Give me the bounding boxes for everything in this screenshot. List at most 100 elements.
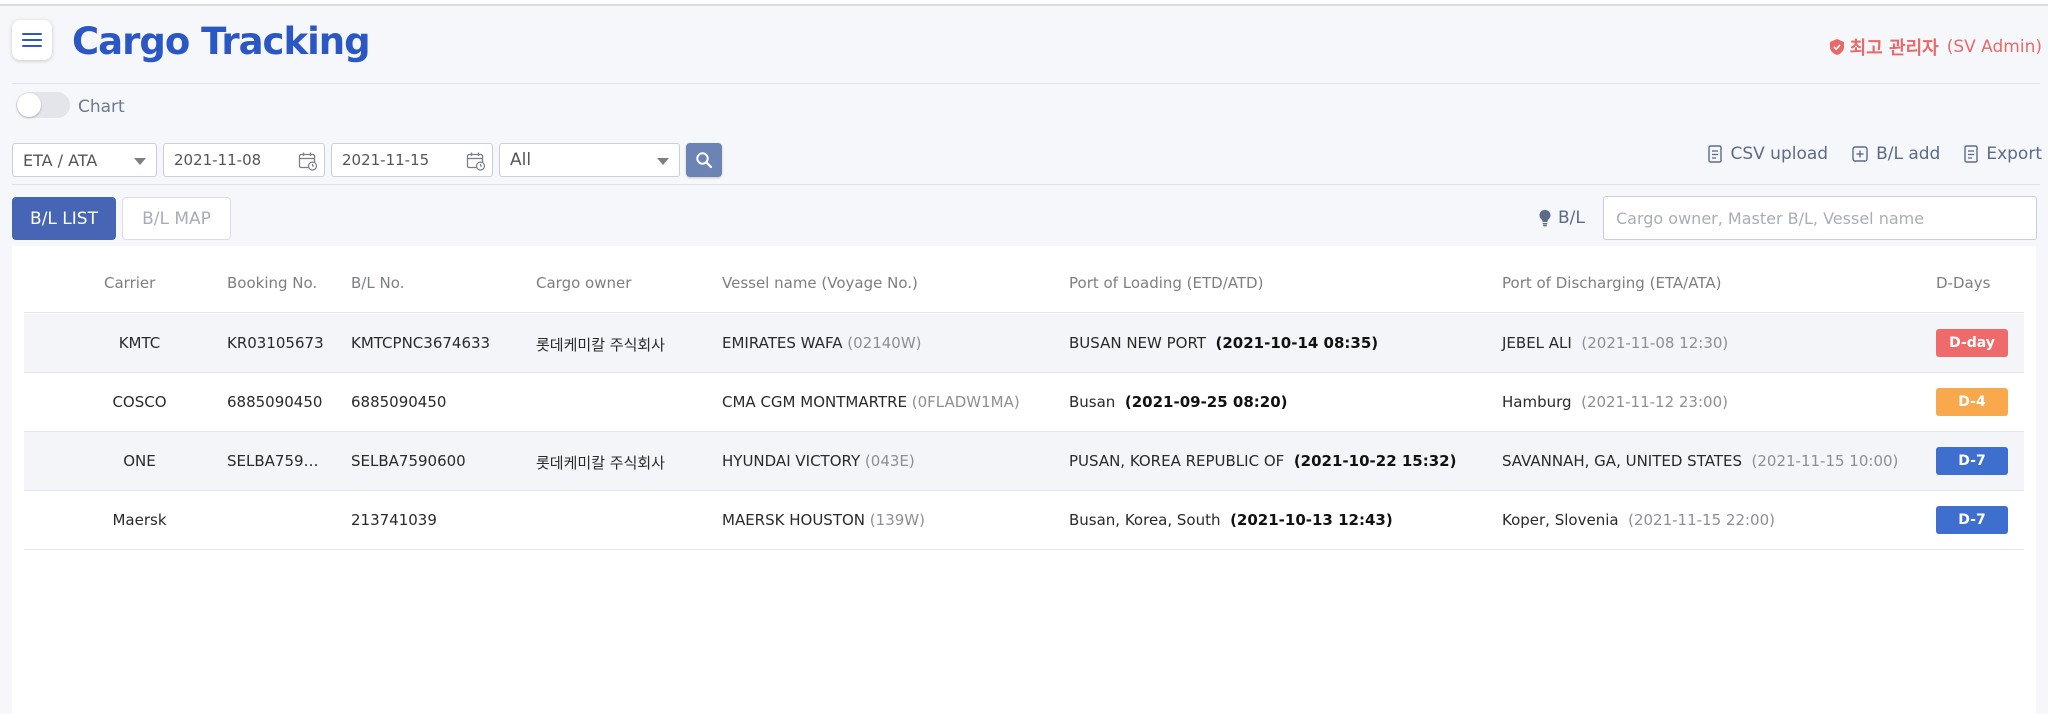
etd-time: (2021-10-13 12:43) (1230, 511, 1393, 529)
cell-pol: Busan (2021-09-25 08:20) (1069, 393, 1288, 411)
role-name-en: (SV Admin) (1946, 37, 2042, 57)
search-button[interactable] (686, 143, 722, 177)
cell-carrier: COSCO (112, 393, 167, 411)
column-header-vessel: Vessel name (Voyage No.) (722, 274, 918, 292)
voyage-no: (043E) (864, 452, 915, 470)
date-to-value: 2021-11-15 (342, 151, 430, 169)
table-row[interactable]: Maersk 213741039 MAERSK HOUSTON (139W) Busa… (24, 491, 2024, 550)
bl-add-button[interactable]: B/L add (1852, 144, 1940, 164)
pol-name: BUSAN NEW PORT (1069, 334, 1206, 352)
cell-bl: 213741039 (351, 511, 437, 529)
voyage-no: (0FLADW1MA) (911, 393, 1020, 411)
voyage-no: (139W) (869, 511, 925, 529)
pol-name: PUSAN, KOREA REPUBLIC OF (1069, 452, 1285, 470)
column-header-bl: B/L No. (351, 274, 405, 292)
calendar-icon (298, 152, 318, 171)
cell-bl: 6885090450 (351, 393, 447, 411)
etd-time: (2021-09-25 08:20) (1124, 393, 1288, 411)
date-type-value: ETA / ATA (23, 150, 98, 170)
voyage-no: (02140W) (847, 334, 922, 352)
plus-square-icon (1852, 146, 1868, 162)
bl-search-label: B/L (1538, 208, 1585, 228)
etd-time: (2021-10-14 08:35) (1215, 334, 1379, 352)
table-row[interactable]: COSCO 6885090450 6885090450 CMA CGM MONTMAR… (24, 373, 2024, 432)
dday-badge: D-4 (1936, 388, 2008, 416)
dday-badge: D-day (1936, 329, 2008, 357)
cell-pod: Koper, Slovenia (2021-11-15 22:00) (1502, 511, 1775, 529)
eta-time: (2021-11-08 12:30) (1581, 334, 1729, 352)
csv-upload-label: CSV upload (1730, 144, 1829, 164)
column-header-owner: Cargo owner (536, 274, 632, 292)
pod-name: Koper, Slovenia (1502, 511, 1619, 529)
cell-pol: PUSAN, KOREA REPUBLIC OF (2021-10-22 15:… (1069, 452, 1456, 470)
table-row[interactable]: KMTC KR03105673 KMTCPNC3674633 롯데케미칼 주식회사 EM… (24, 314, 2024, 373)
csv-upload-button[interactable]: CSV upload (1708, 144, 1828, 164)
date-to-input[interactable]: 2021-11-15 (331, 143, 493, 177)
filter-divider (12, 184, 2040, 185)
search-icon (696, 152, 713, 169)
cell-vessel: CMA CGM MONTMARTRE (0FLADW1MA) (722, 393, 1020, 411)
vessel-name: HYUNDAI VICTORY (722, 452, 861, 470)
document-icon (1708, 145, 1723, 163)
header-divider (12, 83, 2040, 84)
chevron-down-icon (657, 158, 669, 165)
date-from-input[interactable]: 2021-11-08 (163, 143, 325, 177)
cell-vessel: MAERSK HOUSTON (139W) (722, 511, 925, 529)
column-header-pol: Port of Loading (ETD/ATD) (1069, 274, 1264, 292)
shield-icon (1829, 39, 1844, 55)
pol-name: Busan, Korea, South (1069, 511, 1221, 529)
pod-name: JEBEL ALI (1502, 334, 1572, 352)
role-name: 최고 관리자 (1849, 38, 1939, 59)
lightbulb-icon (1539, 210, 1551, 227)
cell-carrier: KMTC (118, 334, 161, 352)
export-label: Export (1986, 144, 2042, 164)
column-header-booking: Booking No. (227, 274, 318, 292)
date-type-select[interactable]: ETA / ATA (12, 143, 157, 177)
eta-time: (2021-11-15 22:00) (1628, 511, 1775, 529)
pol-name: Busan (1069, 393, 1116, 411)
cell-carrier: ONE (123, 452, 156, 470)
cell-booking: 6885090450 (227, 393, 323, 411)
export-button[interactable]: Export (1964, 144, 2042, 164)
tab-bl-list[interactable]: B/L LIST (12, 197, 116, 240)
cell-vessel: EMIRATES WAFA (02140W) (722, 334, 922, 352)
table-header: Carrier Booking No. B/L No. Cargo owner … (24, 246, 2024, 313)
vessel-name: EMIRATES WAFA (722, 334, 843, 352)
calendar-icon (466, 152, 486, 171)
table-row[interactable]: ONE SELBA759… SELBA7590600 롯데케미칼 주식회사 HYUNDA… (24, 432, 2024, 491)
column-header-pod: Port of Discharging (ETA/ATA) (1502, 274, 1722, 292)
cell-pol: Busan, Korea, South (2021-10-13 12:43) (1069, 511, 1393, 529)
cell-pol: BUSAN NEW PORT (2021-10-14 08:35) (1069, 334, 1378, 352)
toggle-knob (17, 93, 41, 117)
document-icon (1964, 145, 1979, 163)
user-role[interactable]: 최고 관리자 (SV Admin) (1829, 34, 2042, 60)
column-header-ddays: D-Days (1936, 274, 1991, 292)
cell-pod: SAVANNAH, GA, UNITED STATES (2021-11-15 … (1502, 452, 1898, 470)
cell-pod: JEBEL ALI (2021-11-08 12:30) (1502, 334, 1728, 352)
etd-time: (2021-10-22 15:32) (1293, 452, 1457, 470)
bl-add-label: B/L add (1876, 144, 1941, 164)
eta-time: (2021-11-12 23:00) (1581, 393, 1728, 411)
cell-owner: 롯데케미칼 주식회사 (536, 454, 665, 472)
top-border (0, 0, 2048, 6)
cell-booking: KR03105673 (227, 334, 324, 352)
dday-badge: D-7 (1936, 506, 2008, 534)
cell-pod: Hamburg (2021-11-12 23:00) (1502, 393, 1728, 411)
cell-owner: 롯데케미칼 주식회사 (536, 336, 665, 354)
vessel-name: CMA CGM MONTMARTRE (722, 393, 907, 411)
category-value: All (510, 150, 532, 170)
bl-search-input[interactable] (1603, 196, 2037, 240)
cell-vessel: HYUNDAI VICTORY (043E) (722, 452, 915, 470)
menu-button[interactable] (12, 20, 52, 60)
pod-name: Hamburg (1502, 393, 1572, 411)
chevron-down-icon (134, 158, 146, 165)
tab-bl-map[interactable]: B/L MAP (122, 197, 231, 240)
cell-bl: KMTCPNC3674633 (351, 334, 491, 352)
vessel-name: MAERSK HOUSTON (722, 511, 866, 529)
eta-time: (2021-11-15 10:00) (1751, 452, 1899, 470)
chart-toggle[interactable] (16, 92, 70, 118)
pod-name: SAVANNAH, GA, UNITED STATES (1502, 452, 1742, 470)
category-select[interactable]: All (499, 143, 680, 177)
header: Cargo Tracking 최고 관리자 (SV Admin) (0, 8, 2048, 84)
date-from-value: 2021-11-08 (174, 151, 262, 169)
